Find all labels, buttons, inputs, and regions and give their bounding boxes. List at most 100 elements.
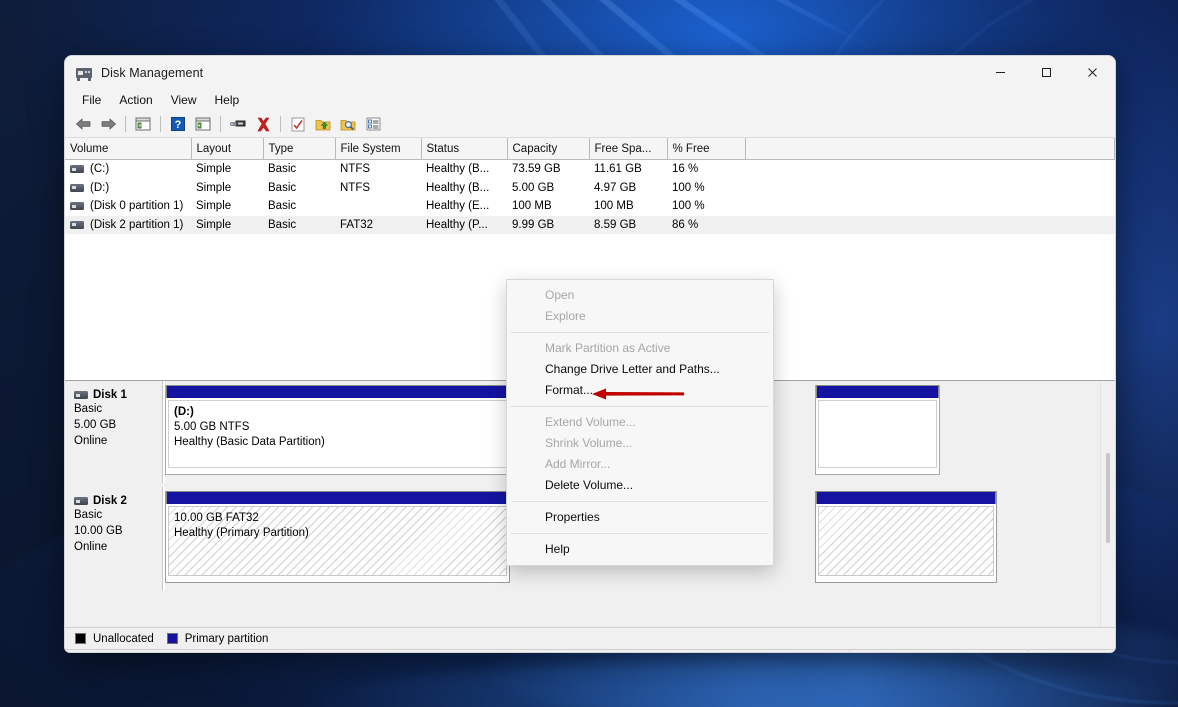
cell-file-system: NTFS: [340, 181, 371, 194]
column-header-percent-free[interactable]: % Free: [667, 138, 746, 160]
cell-filler: [745, 179, 1115, 198]
title-bar[interactable]: Disk Management: [65, 56, 1115, 89]
back-icon[interactable]: [71, 113, 95, 135]
cell-percent-free: 100 %: [672, 200, 705, 213]
scroll-up-arrow[interactable]: [1101, 381, 1115, 395]
column-header-status[interactable]: Status: [421, 138, 508, 160]
volume-drive-icon: [70, 165, 84, 174]
partition-info: [818, 506, 994, 576]
disk-management-icon: [76, 65, 92, 81]
partition-size-fs: 5.00 GB NTFS: [174, 421, 250, 433]
disk-header-1[interactable]: Disk 1 Basic 5.00 GB Online: [65, 381, 165, 483]
cell-volume: (D:): [65, 179, 191, 198]
graph-pane-scrollbar[interactable]: [1100, 381, 1115, 627]
partition-size-fs: 10.00 GB FAT32: [174, 512, 259, 524]
cell-capacity: 100 MB: [512, 200, 552, 213]
context-menu-item-open: Open: [545, 288, 575, 302]
column-header-free-space[interactable]: Free Spa...: [589, 138, 668, 160]
context-menu-item-change-drive-letter-and-paths[interactable]: Change Drive Letter and Paths...: [507, 359, 773, 380]
forward-icon[interactable]: [96, 113, 120, 135]
new-volume-icon[interactable]: [311, 113, 335, 135]
maximize-button[interactable]: [1023, 56, 1069, 89]
minimize-button[interactable]: [977, 56, 1023, 89]
list-view-icon[interactable]: [361, 113, 385, 135]
partition-color-bar: [816, 385, 939, 398]
column-header-volume[interactable]: Volume: [65, 138, 192, 160]
partition-label: (D:): [174, 406, 194, 418]
properties-icon[interactable]: [226, 113, 250, 135]
close-button[interactable]: [1069, 56, 1115, 89]
help-icon[interactable]: ?: [166, 113, 190, 135]
cell-capacity: 5.00 GB: [512, 181, 555, 194]
column-header-file-system[interactable]: File System: [335, 138, 422, 160]
menu-bar: File Action View Help: [65, 89, 1115, 111]
partition-block-continued[interactable]: [815, 385, 940, 475]
cell-percent-free: 16 %: [672, 163, 699, 176]
cell-layout: Simple: [196, 163, 232, 176]
partition-status: Healthy (Primary Partition): [174, 527, 309, 539]
search-disk-icon[interactable]: [336, 113, 360, 135]
menu-file[interactable]: File: [73, 91, 110, 109]
cell-volume: (Disk 0 partition 1): [65, 197, 191, 216]
show-hide-console-tree-icon[interactable]: [131, 113, 155, 135]
context-menu-item-properties[interactable]: Properties: [507, 507, 773, 528]
partition-context-menu: Open Explore Mark Partition as Active Chang…: [506, 279, 774, 566]
cell-status: Healthy (P...: [421, 215, 507, 234]
legend-label-primary-partition: Primary partition: [184, 632, 269, 645]
scroll-down-arrow[interactable]: [1101, 613, 1115, 627]
table-row[interactable]: (Disk 2 partition 1) Simple Basic FAT32 Heal…: [65, 215, 1115, 234]
menu-view[interactable]: View: [162, 91, 206, 109]
context-menu-item-format[interactable]: Format...: [507, 380, 773, 401]
disk-type: Basic: [74, 509, 103, 521]
delete-icon[interactable]: [251, 113, 275, 135]
context-menu-item-extend-volume: Extend Volume...: [545, 415, 636, 429]
cell-free-space: 8.59 GB: [589, 215, 667, 234]
cell-filler: [745, 215, 1115, 234]
menu-separator: [511, 501, 769, 502]
menu-separator: [511, 406, 769, 407]
cell-free-space: 100 MB: [594, 200, 634, 213]
cell-volume: (C:): [65, 160, 191, 179]
toolbar-separator-1: [125, 116, 126, 132]
partition-info: (D:) 5.00 GB NTFS Healthy (Basic Data Part…: [168, 400, 507, 468]
toolbar-separator-4: [280, 116, 281, 132]
cell-status: Healthy (B...: [426, 163, 490, 176]
context-menu-item-help[interactable]: Help: [507, 539, 773, 560]
rescan-disks-icon[interactable]: [286, 113, 310, 135]
disk-name: Disk 2: [93, 495, 127, 507]
cell-type: Basic: [268, 163, 297, 176]
status-bar-segment-2: [849, 650, 1028, 652]
svg-text:?: ?: [175, 119, 182, 131]
legend-swatch-primary-partition: [166, 633, 178, 644]
scrollbar-thumb[interactable]: [1106, 453, 1110, 543]
menu-action[interactable]: Action: [110, 91, 161, 109]
partition-color-bar: [166, 491, 509, 504]
table-row[interactable]: (C:) Simple Basic NTFS Healthy (B... 73.59 GB…: [65, 160, 1115, 179]
partition-block[interactable]: (D:) 5.00 GB NTFS Healthy (Basic Data Part…: [165, 385, 510, 475]
disk-state: Online: [74, 435, 108, 447]
disk-size: 5.00 GB: [74, 419, 117, 431]
partition-block[interactable]: 10.00 GB FAT32 Healthy (Primary Partition…: [165, 491, 510, 583]
table-row[interactable]: (D:) Simple Basic NTFS Healthy (B... 5.00 GB 4…: [65, 179, 1115, 198]
context-menu-item-delete-volume[interactable]: Delete Volume...: [507, 475, 773, 496]
cell-status: Healthy (E...: [426, 200, 490, 213]
cell-percent-free: 86 %: [667, 215, 745, 234]
cell-volume: (Disk 2 partition 1): [65, 215, 191, 234]
show-hide-action-pane-icon[interactable]: [191, 113, 215, 135]
column-header-type[interactable]: Type: [263, 138, 336, 160]
context-menu-item-shrink-volume: Shrink Volume...: [545, 436, 633, 450]
legend-swatch-unallocated: [75, 633, 86, 644]
column-header-filler: [745, 138, 1115, 160]
volume-table: Volume Layout Type File System Status Ca…: [65, 138, 1115, 234]
table-row[interactable]: (Disk 0 partition 1) Simple Basic Healthy (…: [65, 197, 1115, 216]
volume-name: (D:): [90, 181, 110, 194]
toolbar-separator-2: [160, 116, 161, 132]
menu-help[interactable]: Help: [206, 91, 249, 109]
disk-header-2[interactable]: Disk 2 Basic 10.00 GB Online: [65, 487, 165, 591]
toolbar-separator-3: [220, 116, 221, 132]
column-header-capacity[interactable]: Capacity: [507, 138, 590, 160]
cell-file-system: NTFS: [340, 163, 371, 176]
cell-type: Basic: [263, 215, 335, 234]
partition-block-continued[interactable]: [815, 491, 997, 583]
column-header-layout[interactable]: Layout: [191, 138, 264, 160]
